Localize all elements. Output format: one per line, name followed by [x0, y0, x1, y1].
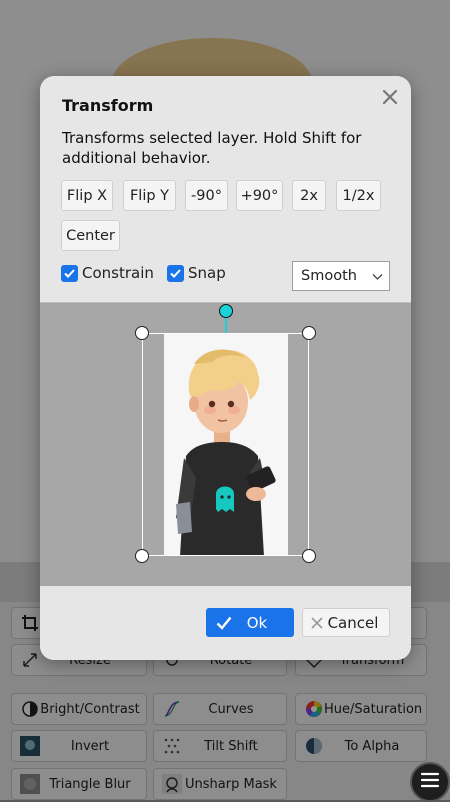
resize-handle-top-right[interactable]	[302, 326, 316, 340]
flip-x-button[interactable]: Flip X	[61, 180, 113, 211]
dialog-description: Transforms selected layer. Hold Shift fo…	[62, 129, 362, 167]
ok-label: Ok	[246, 613, 268, 632]
cancel-button[interactable]: Cancel	[302, 608, 390, 637]
interpolation-select[interactable]: Smooth	[292, 261, 390, 291]
scale-2x-button[interactable]: 2x	[292, 180, 326, 211]
scale-half-button[interactable]: 1/2x	[336, 180, 381, 211]
close-icon	[311, 616, 325, 630]
close-icon	[382, 89, 398, 108]
snap-checkbox[interactable]: Snap	[167, 264, 226, 282]
checkmark-icon	[61, 264, 78, 282]
constrain-label: Constrain	[82, 264, 154, 282]
interpolation-value: Smooth	[301, 268, 357, 284]
chevron-down-icon	[372, 270, 383, 286]
flip-y-button[interactable]: Flip Y	[123, 180, 176, 211]
checkmark-icon	[216, 614, 234, 632]
transform-preview[interactable]	[40, 302, 411, 587]
rotate-minus-90-button[interactable]: -90°	[185, 180, 228, 211]
cancel-label: Cancel	[327, 613, 379, 632]
ok-button[interactable]: Ok	[206, 608, 294, 637]
center-button[interactable]: Center	[61, 220, 120, 251]
transform-dialog: Transform Transforms selected layer. Hol…	[40, 76, 411, 660]
resize-handle-bottom-left[interactable]	[135, 549, 149, 563]
rotate-plus-90-button[interactable]: +90°	[236, 180, 283, 211]
menu-icon	[419, 771, 441, 793]
constrain-checkbox[interactable]: Constrain	[61, 264, 154, 282]
selection-bounding-box[interactable]	[142, 333, 309, 556]
resize-handle-bottom-right[interactable]	[302, 549, 316, 563]
resize-handle-top-left[interactable]	[135, 326, 149, 340]
dialog-title: Transform	[62, 96, 154, 115]
menu-fab-button[interactable]	[410, 762, 450, 802]
close-button[interactable]	[378, 86, 402, 110]
snap-label: Snap	[188, 264, 226, 282]
rotation-handle[interactable]	[219, 304, 233, 318]
checkmark-icon	[167, 264, 184, 282]
dialog-footer: Ok Cancel	[40, 586, 411, 660]
